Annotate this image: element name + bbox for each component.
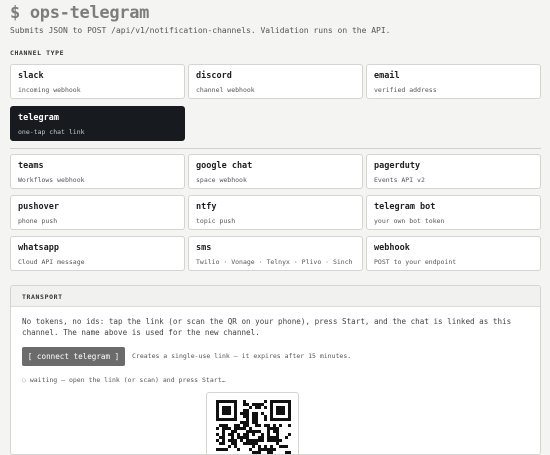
connect-hint: Creates a single-use link — it expires a… bbox=[132, 352, 352, 360]
channel-card-discord[interactable]: discord channel webhook bbox=[188, 64, 363, 99]
channel-description: your own bot token bbox=[374, 217, 445, 225]
channel-name: slack bbox=[18, 71, 44, 81]
channel-name: pagerduty bbox=[374, 161, 421, 171]
channel-description: space webhook bbox=[196, 176, 247, 184]
channel-card-whatsapp[interactable]: whatsapp Cloud API message bbox=[10, 236, 185, 271]
transport-description: No tokens, no ids: tap the link (or scan… bbox=[22, 317, 512, 337]
channel-card-teams[interactable]: teams Workflows webhook bbox=[10, 154, 185, 189]
page-title: $ ops-telegram bbox=[10, 3, 150, 23]
channel-type-label: CHANNEL TYPE bbox=[10, 49, 65, 57]
channel-card-slack[interactable]: slack incoming webhook bbox=[10, 64, 185, 99]
channel-card-telegram[interactable]: telegram one-tap chat link bbox=[10, 106, 185, 141]
qr-code-panel bbox=[206, 392, 299, 455]
channel-name: webhook bbox=[374, 243, 410, 253]
channel-card-ntfy[interactable]: ntfy topic push bbox=[188, 195, 363, 230]
channel-description: topic push bbox=[196, 217, 236, 225]
channel-card-email[interactable]: email verified address bbox=[366, 64, 541, 99]
transport-panel: TRANSPORT No tokens, no ids: tap the lin… bbox=[10, 285, 541, 455]
channel-card-sms[interactable]: sms Twilio · Vonage · Telnyx · Plivo · Si… bbox=[188, 236, 363, 271]
channel-description: verified address bbox=[374, 86, 437, 94]
link-status: ◌ waiting — open the link (or scan) and … bbox=[22, 376, 226, 384]
channel-description: POST to your endpoint bbox=[374, 258, 457, 266]
channel-name: whatsapp bbox=[18, 243, 59, 253]
channel-description: channel webhook bbox=[196, 86, 255, 94]
channel-card-pushover[interactable]: pushover phone push bbox=[10, 195, 185, 230]
channel-description: one-tap chat link bbox=[18, 128, 85, 136]
channel-description: incoming webhook bbox=[18, 86, 81, 94]
channel-description: Events API v2 bbox=[374, 176, 425, 184]
channel-card-pagerduty[interactable]: pagerduty Events API v2 bbox=[366, 154, 541, 189]
channel-name: google chat bbox=[196, 161, 253, 171]
channel-name: sms bbox=[196, 243, 212, 253]
channel-name: discord bbox=[196, 71, 232, 81]
channel-name: pushover bbox=[18, 202, 59, 212]
channel-name: telegram bot bbox=[374, 202, 436, 212]
page-subtitle: Submits JSON to POST /api/v1/notificatio… bbox=[10, 26, 391, 35]
transport-header: TRANSPORT bbox=[11, 286, 540, 307]
channel-card-google-chat[interactable]: google chat space webhook bbox=[188, 154, 363, 189]
channel-card-webhook[interactable]: webhook POST to your endpoint bbox=[366, 236, 541, 271]
channel-description: Twilio · Vonage · Telnyx · Plivo · Sinch bbox=[196, 258, 353, 266]
qr-code-icon[interactable] bbox=[216, 400, 291, 455]
connect-telegram-button[interactable]: [ connect telegram ] bbox=[22, 347, 125, 366]
channel-name: ntfy bbox=[196, 202, 217, 212]
channel-description: Workflows webhook bbox=[18, 176, 85, 184]
channel-name: teams bbox=[18, 161, 44, 171]
channel-card-telegram-bot[interactable]: telegram bot your own bot token bbox=[366, 195, 541, 230]
channel-description: Cloud API message bbox=[18, 258, 85, 266]
channel-name: email bbox=[374, 71, 400, 81]
channel-description: phone push bbox=[18, 217, 58, 225]
channel-divider bbox=[10, 148, 541, 149]
channel-name: telegram bbox=[18, 113, 59, 123]
